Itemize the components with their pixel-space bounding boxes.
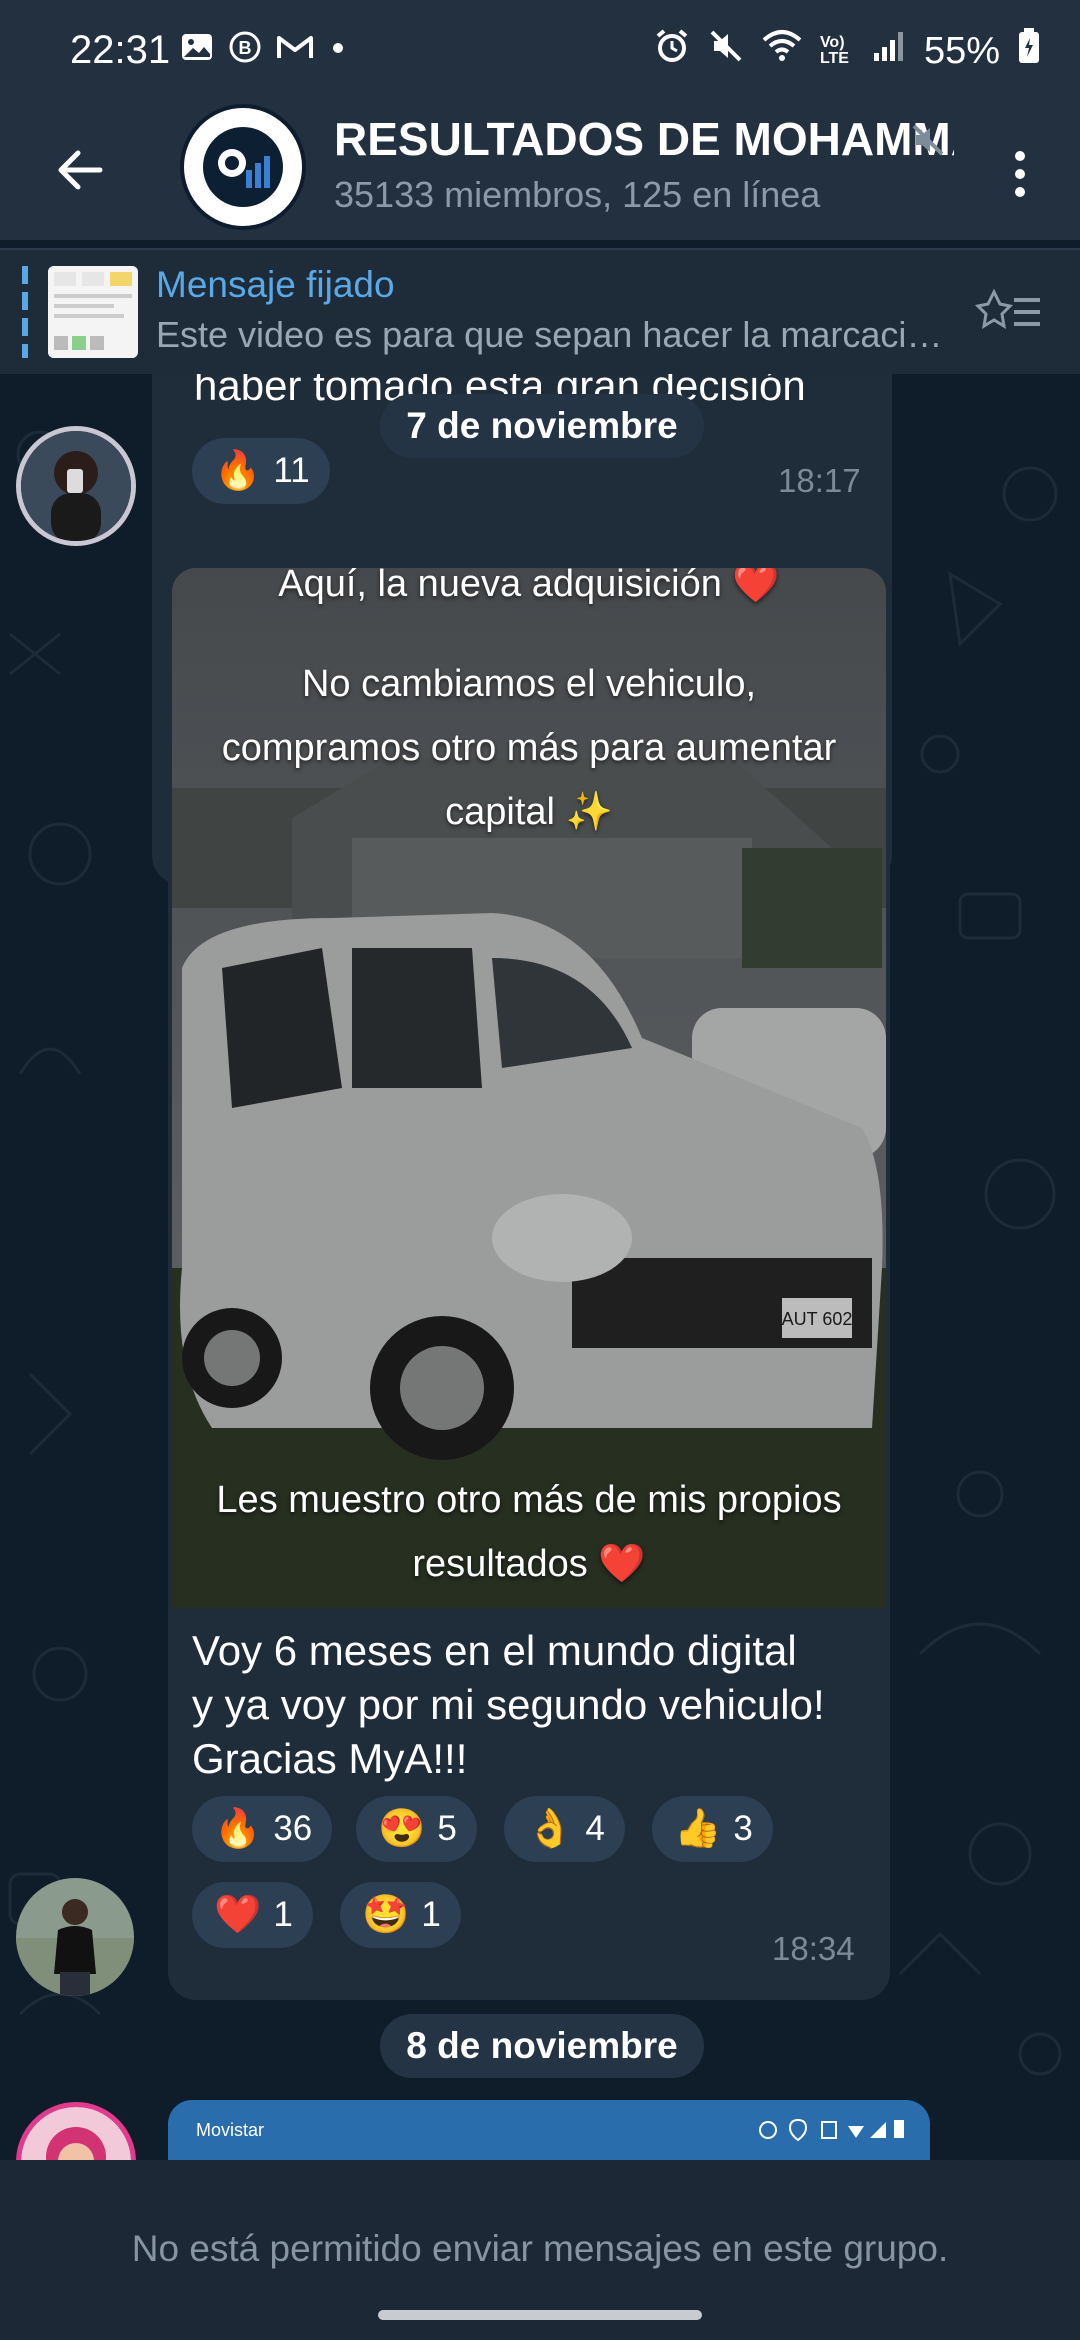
reaction-count: 5: [437, 1809, 457, 1848]
reaction-count: 11: [273, 451, 310, 490]
reaction-chip-thumbs-up[interactable]: 👍 3: [652, 1796, 773, 1862]
star-struck-emoji-icon: 🤩: [362, 1894, 410, 1936]
status-right: Vo) LTE 55%: [654, 28, 1040, 74]
reaction-chip[interactable]: 🔥 11: [192, 438, 330, 504]
reaction-count: 36: [273, 1809, 313, 1848]
message-line: y ya voy por mi segundo vehiculo!: [192, 1681, 825, 1728]
dot: [1015, 151, 1025, 161]
message-time: 18:17: [778, 462, 861, 499]
mute-icon: [708, 28, 744, 74]
status-left-icons: B: [180, 30, 348, 73]
group-member-count: 35133 miembros, 125 en línea: [334, 174, 821, 215]
reaction-count: 1: [273, 1895, 293, 1934]
reaction-count: 3: [733, 1809, 753, 1848]
message-text: Voy 6 meses en el mundo digital y ya voy…: [192, 1624, 872, 1786]
photo-caption-line: Les muestro otro más de mis propios: [216, 1479, 842, 1521]
battery-percent: 55%: [923, 29, 1000, 72]
message-time: 18:34: [772, 1930, 855, 1967]
pinned-indicator: [22, 266, 28, 358]
message-bubble[interactable]: Movistar: [168, 2100, 930, 2160]
status-bar: 22:31 B Vo) LTE 55%: [0, 0, 1080, 100]
pinned-title: Mensaje fijado: [156, 264, 395, 305]
messaging-disabled-notice: No está permitido enviar mensajes en est…: [131, 2228, 949, 2269]
dot: [1015, 187, 1025, 197]
arrow-left-icon: [58, 150, 103, 190]
group-avatar[interactable]: [180, 104, 306, 230]
pinned-thumbnail: [48, 266, 138, 358]
message-line: Voy 6 meses en el mundo digital: [192, 1627, 797, 1674]
gmail-icon: [276, 30, 314, 73]
reaction-chip-star-struck[interactable]: 🤩 1: [340, 1882, 461, 1948]
message-line: Gracias MyA!!!: [192, 1735, 468, 1782]
input-disabled-bar: No está permitido enviar mensajes en est…: [0, 2160, 1080, 2340]
thumbs-up-emoji-icon: 👍: [674, 1808, 722, 1850]
reaction-chip-ok-hand[interactable]: 👌 4: [504, 1796, 625, 1862]
signal-icon: [872, 29, 906, 73]
ok-hand-emoji-icon: 👌: [526, 1808, 574, 1850]
group-title[interactable]: RESULTADOS DE MOHAMMAD: [334, 112, 954, 166]
group-logo: [187, 111, 299, 223]
photo-caption-line: resultados ❤️: [412, 1543, 646, 1585]
fire-emoji-icon: 🔥: [214, 450, 262, 492]
reaction-count: 4: [585, 1809, 605, 1848]
alarm-icon: [654, 28, 690, 74]
sender-avatar[interactable]: [16, 1878, 134, 1996]
b-icon: B: [228, 30, 262, 73]
dot-icon: [328, 30, 348, 73]
heart-eyes-emoji-icon: 😍: [378, 1808, 426, 1850]
home-indicator[interactable]: [378, 2310, 702, 2320]
pinned-text: Este video es para que sepan hacer la ma…: [156, 314, 956, 355]
battery-icon: [1018, 28, 1040, 74]
fire-emoji-icon: 🔥: [214, 1808, 262, 1850]
message-bubble[interactable]: AUT 602 Aquí, la nueva adquisición ❤️ No…: [168, 564, 890, 2000]
sender-avatar[interactable]: [16, 426, 136, 546]
photo-caption-line: No cambiamos el vehiculo,: [301, 663, 757, 705]
more-options-button[interactable]: [990, 134, 1050, 214]
back-button[interactable]: [40, 130, 120, 210]
heart-emoji-icon: ❤️: [214, 1894, 262, 1936]
photo-caption-line: compramos otro más para aumentar: [221, 727, 837, 769]
screenshot-status-icons: [756, 2116, 906, 2142]
pinned-list-icon[interactable]: [974, 286, 1044, 341]
photo-caption-top: Aquí, la nueva adquisición ❤️: [278, 568, 780, 605]
chat-header: RESULTADOS DE MOHAMMAD 35133 miembros, 1…: [0, 100, 1080, 240]
pinned-message-bar[interactable]: Mensaje fijado Este video es para que se…: [0, 248, 1080, 376]
message-photo[interactable]: AUT 602 Aquí, la nueva adquisición ❤️ No…: [172, 568, 886, 1608]
reaction-count: 1: [421, 1895, 441, 1934]
wifi-icon: [762, 28, 802, 74]
reaction-chip-heart-eyes[interactable]: 😍 5: [356, 1796, 477, 1862]
dot: [1015, 169, 1025, 179]
status-time: 22:31: [70, 28, 171, 72]
volte-icon: Vo) LTE: [819, 34, 849, 67]
image-icon: [180, 30, 214, 73]
reaction-chip-heart[interactable]: ❤️ 1: [192, 1882, 313, 1948]
reaction-chip-fire[interactable]: 🔥 36: [192, 1796, 333, 1862]
photo-caption-line: capital ✨: [445, 791, 613, 833]
date-separator: 8 de noviembre: [380, 2014, 704, 2078]
svg-text:B: B: [239, 38, 252, 58]
chat-area[interactable]: haber tomado esta gran decisión 🔥 11 18:…: [0, 374, 1080, 2160]
screenshot-carrier: Movistar: [196, 2120, 265, 2140]
muted-icon: [910, 122, 946, 168]
date-separator: 7 de noviembre: [380, 394, 704, 458]
